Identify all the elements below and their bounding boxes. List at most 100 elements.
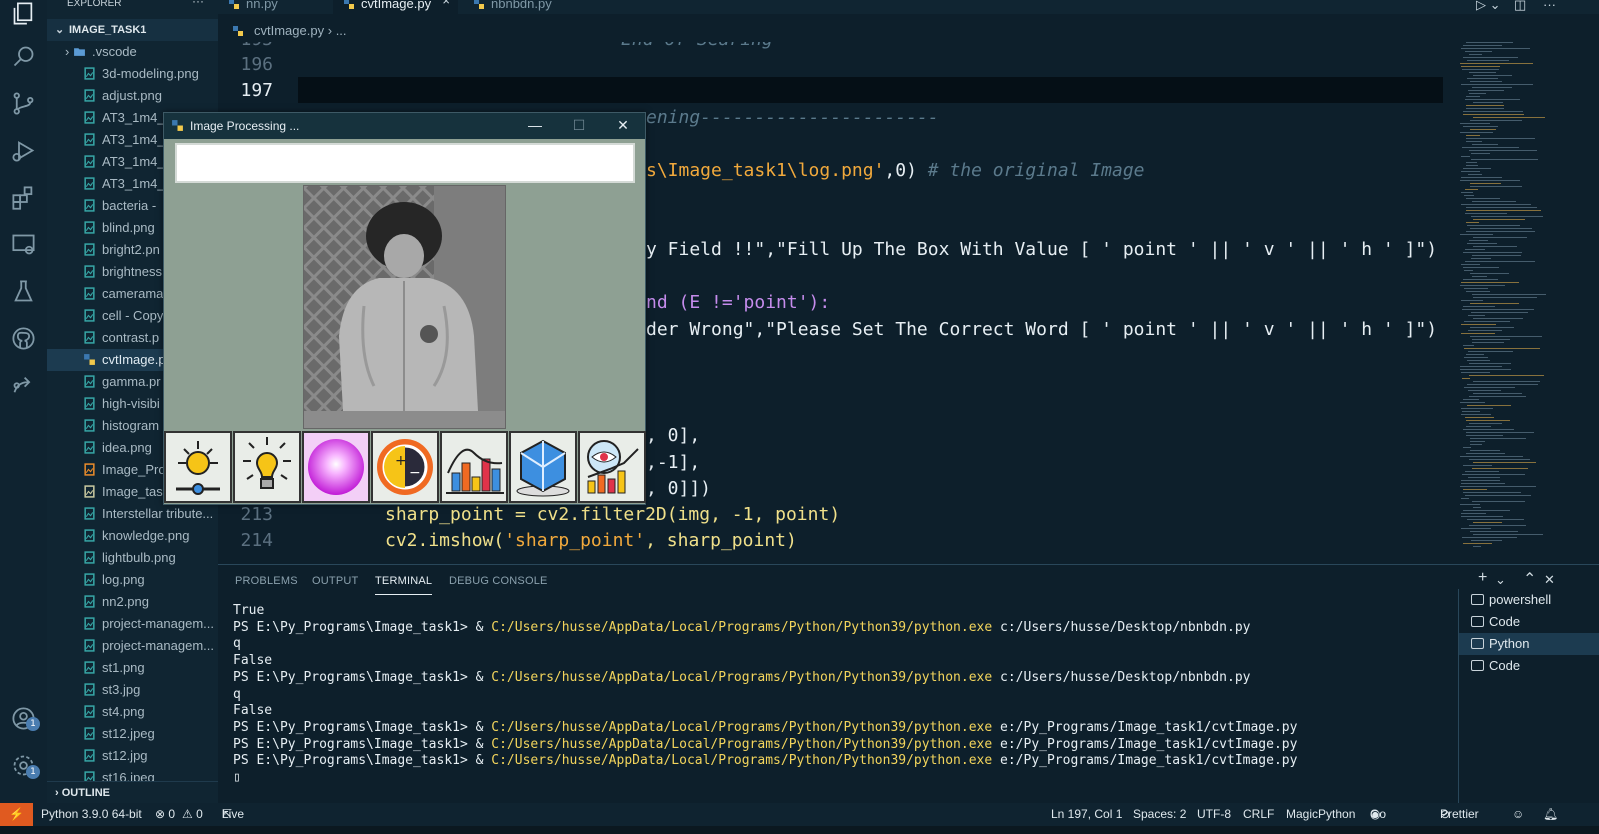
explorer-icon[interactable]: [10, 0, 37, 27]
tab-output[interactable]: OUTPUT: [312, 575, 358, 587]
minimap-line: [1470, 81, 1502, 82]
terminal-instance[interactable]: Python: [1459, 633, 1599, 655]
line-endings[interactable]: CRLF: [1243, 803, 1274, 826]
minimap-line: [1466, 165, 1478, 166]
terminal-instance[interactable]: Code: [1459, 655, 1599, 677]
more-actions-icon[interactable]: ···: [1543, 0, 1556, 12]
new-terminal-icon[interactable]: +: [1478, 569, 1487, 587]
outline-section[interactable]: › OUTLINE: [47, 781, 218, 803]
more-actions-icon[interactable]: ···: [192, 0, 204, 7]
file-label: Image_tas: [102, 484, 163, 499]
lightbulb-icon[interactable]: [233, 431, 301, 503]
tab-terminal[interactable]: TERMINAL: [375, 575, 433, 595]
search-icon[interactable]: [10, 43, 37, 70]
encoding[interactable]: UTF-8: [1197, 803, 1231, 826]
tab-cvtimage-py[interactable]: cvtImage.py ×: [333, 0, 458, 14]
close-panel-icon[interactable]: ✕: [1544, 572, 1555, 588]
minimap-line: [1460, 234, 1493, 235]
terminal-instance[interactable]: Code: [1459, 611, 1599, 633]
indentation[interactable]: Spaces: 2: [1133, 803, 1186, 826]
minimap-line: [1466, 198, 1500, 199]
file-item[interactable]: lightbulb.png: [47, 547, 218, 569]
window-titlebar[interactable]: Image Processing ... — ☐ ✕: [164, 113, 645, 139]
file-item[interactable]: nn2.png: [47, 591, 218, 613]
file-label: high-visibi: [102, 396, 160, 411]
run-debug-icon[interactable]: [10, 137, 37, 164]
minimap[interactable]: [1458, 42, 1568, 554]
current-line-highlight: [298, 77, 1443, 103]
errors-count[interactable]: ⊗ 0: [155, 803, 175, 826]
file-item[interactable]: st3.jpg: [47, 679, 218, 701]
file-label: lightbulb.png: [102, 550, 176, 565]
terminal-prompt: PS E:\Py_Programs\Image_task1> &: [233, 719, 492, 735]
file-item[interactable]: st12.jpeg: [47, 723, 218, 745]
editor-scrollbar[interactable]: [1568, 42, 1599, 554]
file-item[interactable]: st4.png: [47, 701, 218, 723]
minimap-line: [1462, 69, 1499, 70]
filter-input[interactable]: [175, 143, 635, 183]
glow-orb-icon[interactable]: [302, 431, 370, 503]
notifications-bell-icon[interactable]: 🔔︎: [1543, 803, 1558, 826]
minimap-line: [1463, 111, 1523, 112]
image-processing-window[interactable]: Image Processing ... — ☐ ✕ + −: [163, 112, 646, 505]
tab-debug-console[interactable]: DEBUG CONSOLE: [449, 575, 548, 587]
source-control-icon[interactable]: [10, 90, 37, 117]
file-item[interactable]: 3d-modeling.png: [47, 63, 218, 85]
file-item[interactable]: Interstellar tribute...: [47, 503, 218, 525]
file-item[interactable]: adjust.png: [47, 85, 218, 107]
file-item[interactable]: project-managem...: [47, 635, 218, 657]
workspace-root[interactable]: ⌄ IMAGE_TASK1: [47, 19, 218, 41]
minimize-button[interactable]: —: [513, 113, 557, 139]
terminal-output[interactable]: True PS E:\Py_Programs\Image_task1> & C:/…: [233, 603, 1297, 787]
minimap-line: [1470, 129, 1496, 130]
live-share-icon[interactable]: [10, 372, 37, 399]
minimap-line: [1464, 387, 1515, 388]
tab-nn-py[interactable]: nn.py: [218, 0, 328, 14]
close-icon[interactable]: ×: [442, 0, 450, 7]
histogram-icon[interactable]: [440, 431, 508, 503]
folder-item[interactable]: › .vscode: [47, 41, 218, 63]
tab-nbnbdn-py[interactable]: nbnbdn.py: [463, 0, 583, 14]
maximize-button[interactable]: ☐: [557, 113, 601, 139]
maximize-panel-icon[interactable]: ⌃: [1523, 569, 1536, 589]
feedback-icon[interactable]: ☺: [1512, 803, 1524, 826]
run-icon[interactable]: ▷ ⌄: [1476, 0, 1501, 13]
file-item[interactable]: log.png: [47, 569, 218, 591]
file-item[interactable]: st1.png: [47, 657, 218, 679]
terminal-line: q: [233, 636, 1297, 653]
minimap-line: [1461, 498, 1469, 499]
minimap-line: [1467, 360, 1490, 361]
minimap-line: [1470, 327, 1514, 328]
code-string: "Fill Up The Box With Value [ ' point ' …: [776, 239, 1438, 260]
visibility-chart-icon[interactable]: [578, 431, 646, 503]
tab-problems[interactable]: PROBLEMS: [235, 575, 298, 587]
image-file-icon: [84, 529, 95, 542]
testing-flask-icon[interactable]: [10, 278, 37, 305]
minimap-line: [1473, 462, 1536, 463]
remote-indicator[interactable]: ⚡: [0, 803, 33, 826]
python-interpreter[interactable]: Python 3.9.0 64-bit: [41, 803, 142, 826]
breadcrumb-file[interactable]: cvtImage.py: [254, 23, 324, 38]
terminal-instance[interactable]: powershell: [1459, 589, 1599, 611]
github-icon[interactable]: [10, 325, 37, 352]
extensions-icon[interactable]: [10, 184, 37, 211]
chevron-down-icon[interactable]: ⌄: [1495, 572, 1506, 588]
file-item[interactable]: knowledge.png: [47, 525, 218, 547]
minimap-line: [1466, 291, 1490, 292]
window-close-button[interactable]: ✕: [601, 113, 645, 139]
file-item[interactable]: st12.jpg: [47, 745, 218, 767]
sun-brightness-icon[interactable]: [164, 431, 232, 503]
file-label: contrast.p: [102, 330, 160, 345]
remote-explorer-icon[interactable]: [10, 231, 37, 258]
warnings-count[interactable]: ⚠ 0: [182, 803, 203, 826]
file-item[interactable]: project-managem...: [47, 613, 218, 635]
cursor-position[interactable]: Ln 197, Col 1: [1051, 803, 1122, 826]
language-mode[interactable]: MagicPython: [1286, 803, 1355, 826]
split-editor-icon[interactable]: ◫: [1514, 0, 1526, 13]
minimap-line: [1471, 216, 1543, 217]
3d-cube-icon[interactable]: [509, 431, 577, 503]
contrast-icon[interactable]: + −: [371, 431, 439, 503]
code-line: der Wrong","Please Set The Correct Word …: [646, 319, 1437, 340]
terminal-prompt: q: [233, 686, 241, 702]
breadcrumb-symbol[interactable]: ...: [336, 23, 347, 38]
